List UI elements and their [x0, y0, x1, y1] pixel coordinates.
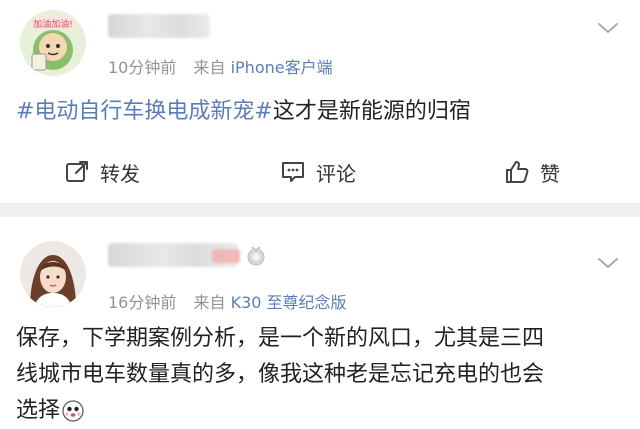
post-meta: 16分钟前 来自 K30 至尊纪念版 [108, 289, 347, 313]
comment-label: 评论 [316, 161, 356, 186]
post-separator [0, 203, 640, 217]
comment-icon [282, 162, 304, 182]
svg-text:加油加油!: 加油加油! [33, 18, 73, 30]
avatar[interactable] [20, 241, 86, 307]
post-text-line: 保存，下学期案例分析，是一个新的风口，尤其是三四 [16, 326, 545, 351]
hashtag-link[interactable]: #电动自行车换电成新宠# [16, 99, 273, 124]
post-body: #电动自行车换电成新宠#这才是新能源的归宿 [16, 94, 471, 130]
post-body: 保存，下学期案例分析，是一个新的风口，尤其是三四 线城市电车数量真的多，像我这种… [16, 321, 626, 429]
avatar-photo-icon [20, 241, 86, 307]
repost-button[interactable]: 转发 [64, 150, 140, 194]
action-bar: 转发 评论 赞 [0, 150, 640, 194]
user-badge-blurred [212, 249, 240, 263]
repost-icon [66, 161, 88, 182]
from-label: 来自 [193, 58, 226, 77]
post-source[interactable]: iPhone客户端 [231, 58, 333, 77]
weibo-post: 加油加油! 10分钟前 来自 iPhone客户端 #电动自行车换电成新宠#这才是… [0, 0, 640, 203]
chevron-down-icon[interactable] [596, 255, 620, 271]
like-button[interactable]: 赞 [504, 150, 560, 194]
comment-button[interactable]: 评论 [280, 150, 356, 194]
weibo-post: 16分钟前 来自 K30 至尊纪念版 保存，下学期案例分析，是一个新的风口，尤其… [0, 217, 640, 423]
post-source[interactable]: K30 至尊纪念版 [231, 293, 347, 312]
post-time: 10分钟前 [108, 58, 177, 77]
post-text: 这才是新能源的归宿 [272, 99, 471, 124]
post-text-line: 线城市电车数量真的多，像我这种老是忘记充电的也会 [16, 362, 545, 387]
thumbs-up-icon [506, 161, 529, 183]
username-blurred[interactable] [108, 14, 210, 38]
like-label: 赞 [540, 161, 560, 186]
avatar[interactable]: 加油加油! [20, 10, 86, 76]
medal-icon [247, 246, 265, 266]
emoji-icon [62, 400, 84, 422]
post-meta: 10分钟前 来自 iPhone客户端 [108, 54, 333, 78]
repost-label: 转发 [100, 161, 140, 186]
post-time: 16分钟前 [108, 293, 177, 312]
post-text-line: 选择 [16, 398, 61, 423]
chevron-down-icon[interactable] [596, 20, 620, 36]
post-text-line-wrap: 选择 [16, 393, 626, 429]
from-label: 来自 [193, 293, 226, 312]
avatar-cartoon-icon: 加油加油! [20, 10, 86, 76]
